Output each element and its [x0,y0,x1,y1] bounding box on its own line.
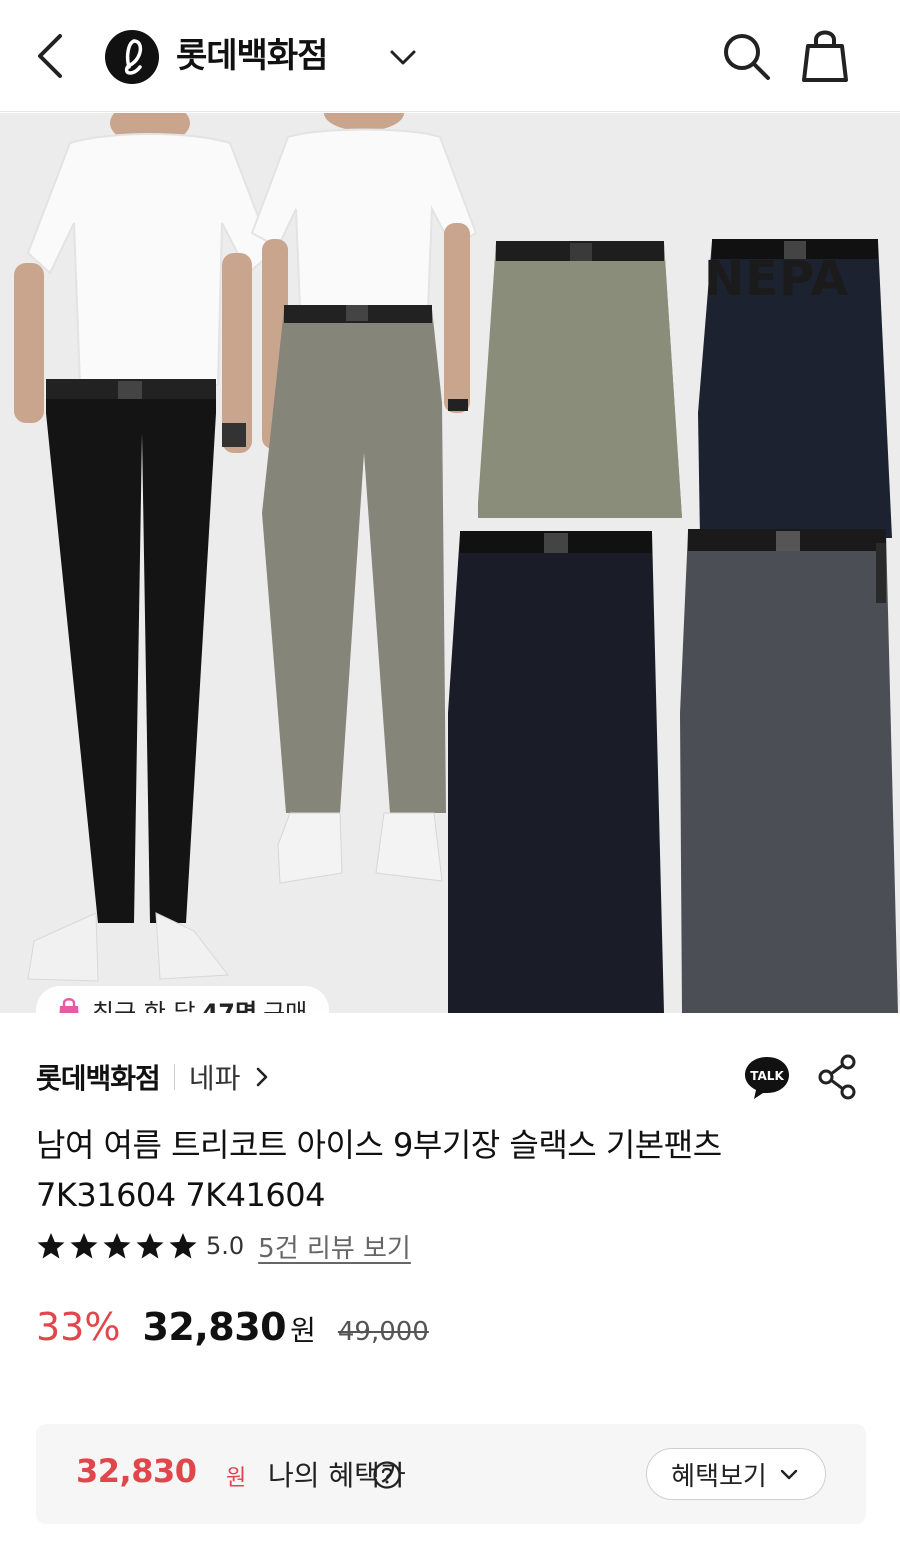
currency-unit: 원 [290,1314,316,1347]
top-app-bar: 롯데백화점 [0,0,900,112]
view-benefits-label: 혜택보기 [671,1461,767,1492]
purchase-prefix: 최근 한 달 [92,998,196,1014]
brand-watermark: NEPA [704,251,849,307]
star-icon [70,1233,98,1259]
lotte-logo-icon[interactable] [104,29,160,85]
help-icon[interactable] [372,1460,402,1490]
chevron-down-icon[interactable] [386,40,420,74]
purchase-count: 47명 [201,998,258,1014]
share-icon[interactable] [816,1054,860,1100]
store-title[interactable]: 롯데백화점 [176,32,328,80]
sale-price: 32,830 [142,1305,287,1349]
star-icon [37,1233,65,1259]
svg-text:TALK: TALK [750,1069,784,1083]
review-link[interactable]: 5건 리뷰 보기 [258,1228,411,1265]
view-benefits-button[interactable]: 혜택보기 [646,1448,826,1500]
price-row: 33% 32,830 원 49,000 [36,1305,429,1361]
benefit-price-box: 32,830 원 나의 혜택가 혜택보기 [36,1424,866,1524]
star-icon [103,1233,131,1259]
benefit-currency: 원 [226,1466,247,1491]
original-price: 49,000 [337,1317,429,1347]
shopping-bag-icon [59,998,79,1013]
benefit-price: 32,830 [76,1452,197,1490]
chevron-right-icon[interactable] [250,1065,274,1089]
shopping-bag-icon[interactable] [800,26,850,84]
seller-store[interactable]: 롯데백화점 [36,1057,161,1097]
star-icon [169,1233,197,1259]
search-icon[interactable] [718,28,774,84]
product-photo [0,113,900,1013]
star-rating [36,1231,198,1261]
back-arrow-icon[interactable] [30,28,74,84]
rating-row: 5.0 5건 리뷰 보기 [36,1226,411,1266]
seller-brand[interactable]: 네파 [189,1057,241,1097]
product-image-carousel[interactable]: NEPA 최근 한 달 47명 구매 1 5 [0,113,900,1013]
recent-purchase-badge: 최근 한 달 47명 구매 [36,986,330,1014]
purchase-suffix: 구매 [263,998,308,1014]
divider [173,1064,175,1090]
seller-breadcrumb[interactable]: 롯데백화점 네파 [36,1055,274,1099]
discount-rate: 33% [36,1305,121,1349]
grey-pants-image [680,529,898,1013]
black-pants-image [448,531,664,1013]
chevron-down-icon [780,1469,798,1480]
rating-score: 5.0 [206,1232,245,1260]
product-title: 남여 여름 트리코트 아이스 9부기장 슬랙스 기본팬츠 7K31604 7K4… [36,1126,722,1214]
khaki-pants-image [478,241,682,518]
star-icon [136,1233,164,1259]
kakao-talk-icon[interactable]: TALK [742,1053,792,1103]
